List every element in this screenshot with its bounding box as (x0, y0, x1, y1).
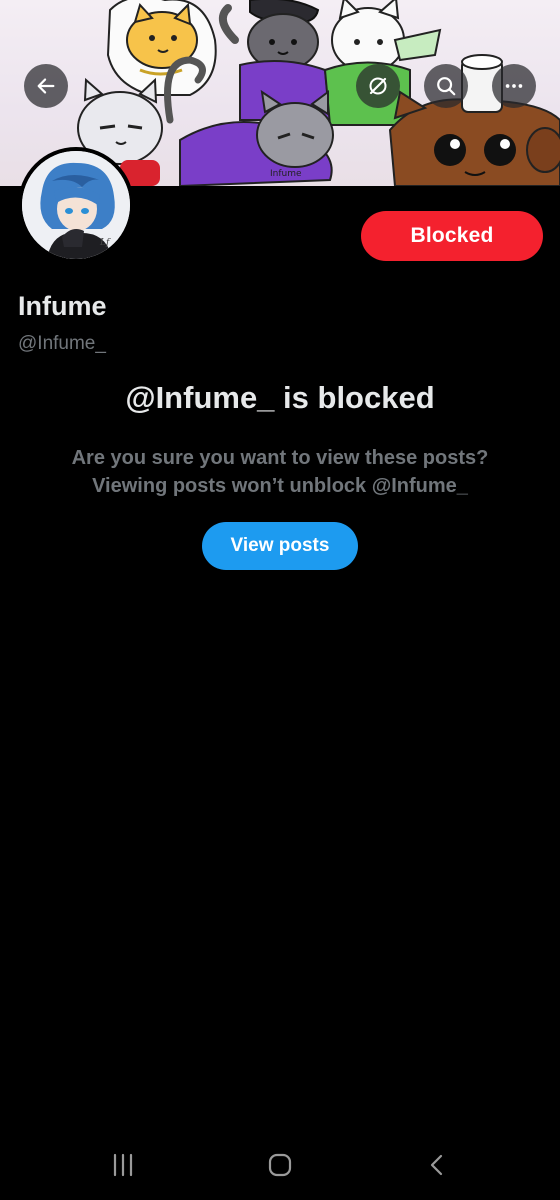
blocked-notice-title: @Infume_ is blocked (125, 380, 435, 415)
brown-cat-right (388, 54, 560, 186)
home-icon (268, 1153, 292, 1177)
search-button[interactable] (424, 64, 468, 108)
blocked-notice-line-2: Viewing posts won’t unblock @Infume_ (92, 475, 468, 497)
blocked-notice-description: Are you sure you want to view these post… (0, 444, 560, 500)
system-navigation-bar (0, 1130, 560, 1200)
view-posts-button[interactable]: View posts (202, 522, 358, 570)
arrow-left-icon (37, 78, 55, 94)
back-chevron-icon (430, 1154, 443, 1176)
grok-icon (369, 77, 387, 95)
avatar-illustration: Lf (22, 151, 130, 259)
profile-avatar[interactable]: Lf (18, 147, 134, 263)
profile-handle: @Infume_ (18, 333, 106, 354)
recents-button[interactable] (103, 1150, 143, 1180)
more-horizontal-icon (505, 84, 523, 88)
recents-icon (113, 1153, 133, 1177)
svg-text:Lf: Lf (99, 238, 111, 248)
system-back-button[interactable] (417, 1150, 457, 1180)
banner-art-label: Infume (270, 169, 302, 179)
search-icon (437, 77, 456, 96)
profile-display-name: Infume (18, 291, 107, 321)
home-button[interactable] (260, 1150, 300, 1180)
blocked-notice-line-1: Are you sure you want to view these post… (71, 447, 489, 469)
more-options-button[interactable] (492, 64, 536, 108)
grok-button[interactable] (356, 64, 400, 108)
blocked-button[interactable]: Blocked (361, 211, 543, 261)
back-button[interactable] (24, 64, 68, 108)
